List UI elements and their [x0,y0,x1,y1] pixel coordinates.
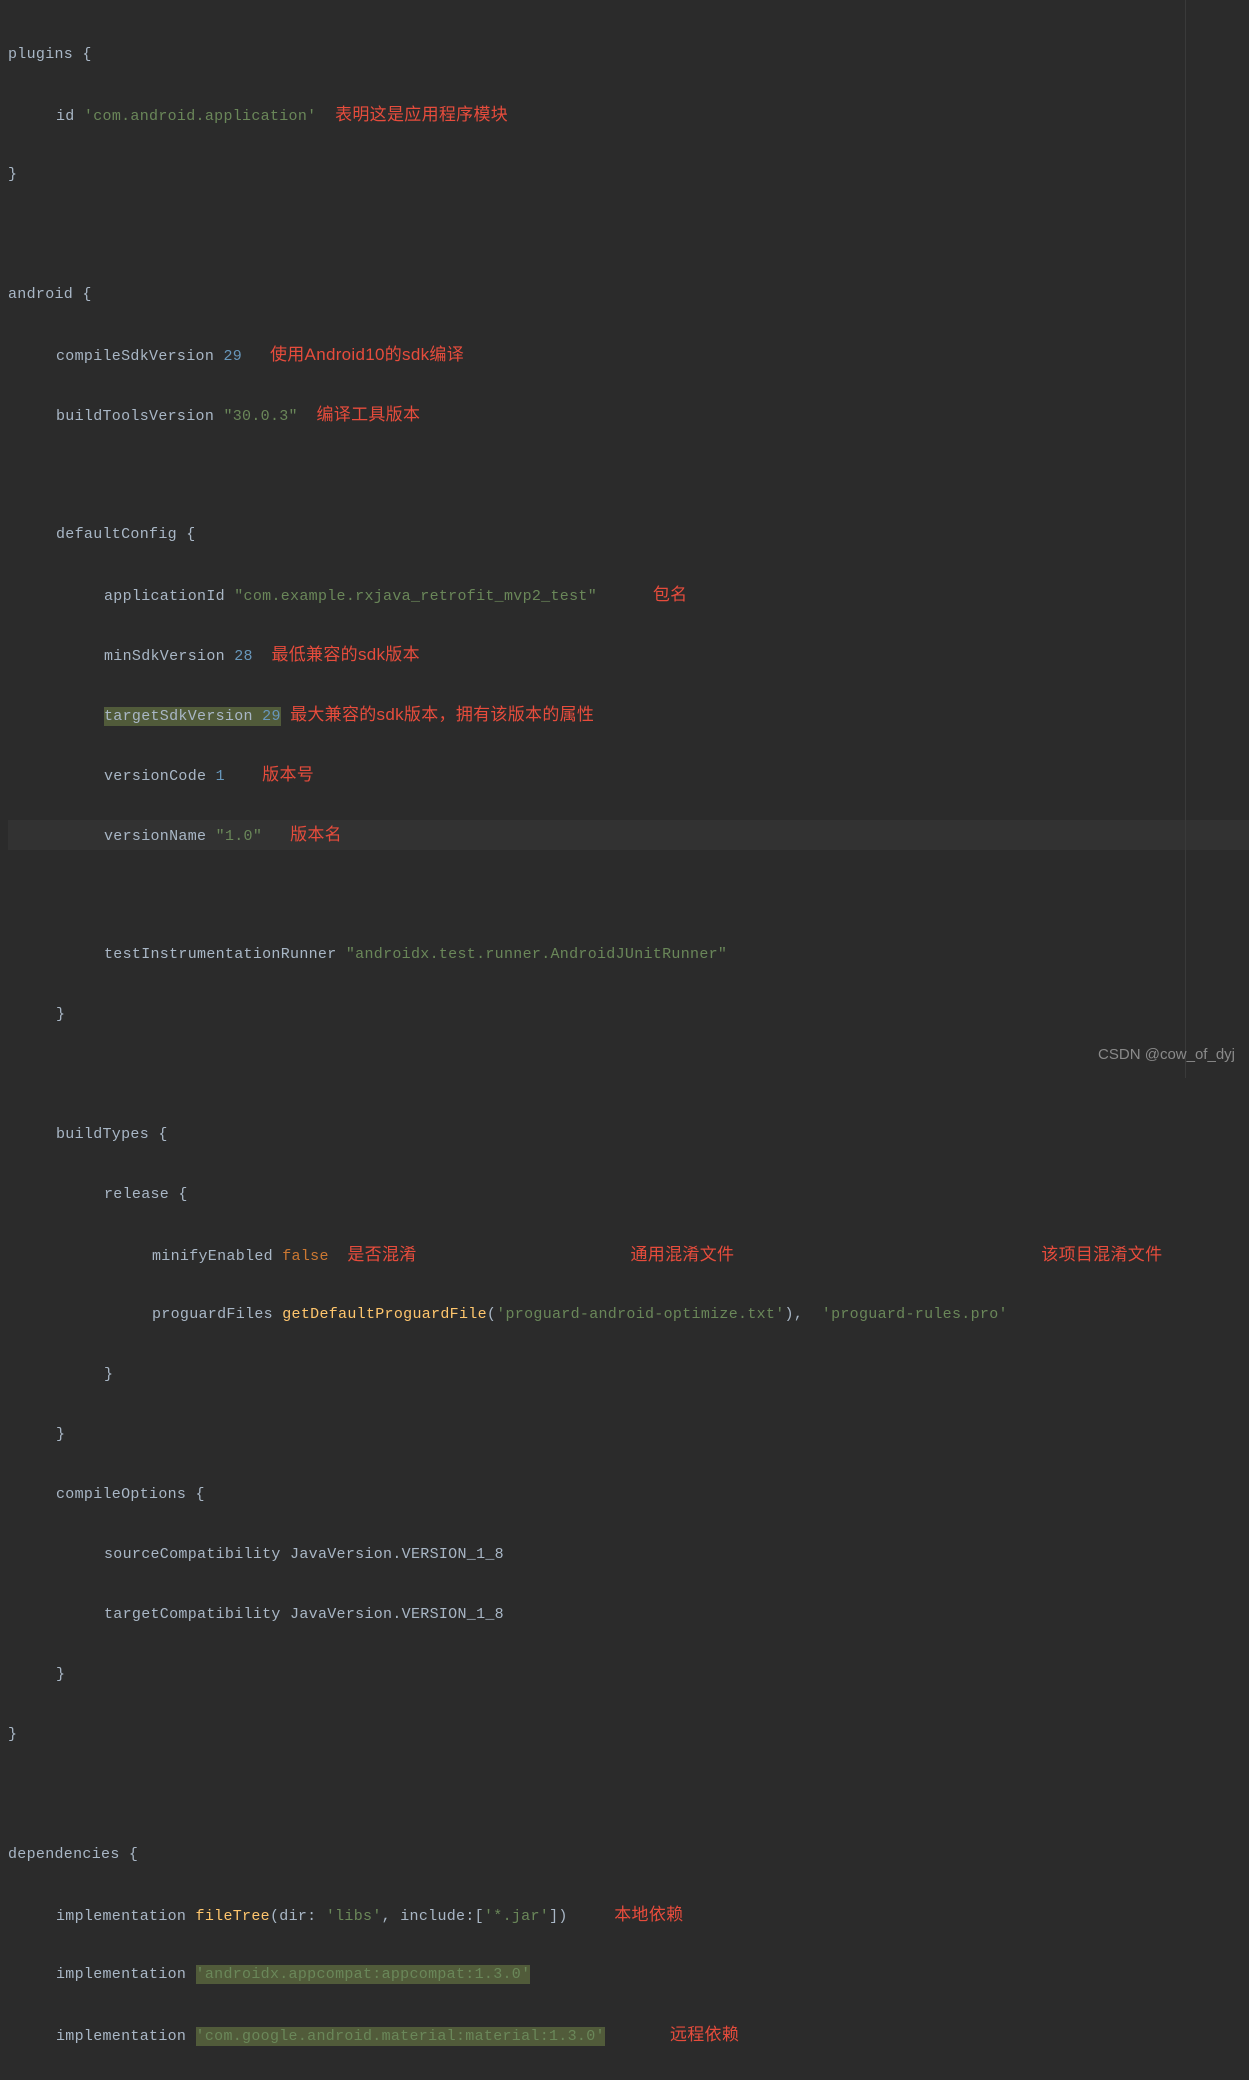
annotation-ver-name: 版本名 [290,825,342,844]
code-line: versionCode 1 版本号 [8,760,1249,790]
code-line: buildTypes { [8,1120,1249,1150]
code-line: } [8,1660,1249,1690]
code-line: android { [8,280,1249,310]
code-line [8,460,1249,490]
code-line: id 'com.android.application' 表明这是应用程序模块 [8,100,1249,130]
code-line: applicationId "com.example.rxjava_retrof… [8,580,1249,610]
watermark-text: CSDN @cow_of_dyj [1098,1040,1235,1070]
code-line [8,1060,1249,1090]
code-line: minifyEnabled false 是否混淆 通用混淆文件 该项目混淆文件 [8,1240,1249,1270]
code-line: } [8,1420,1249,1450]
code-line: plugins { [8,40,1249,70]
code-line: buildToolsVersion "30.0.3" 编译工具版本 [8,400,1249,430]
code-line: sourceCompatibility JavaVersion.VERSION_… [8,1540,1249,1570]
annotation-pkg-name: 包名 [653,585,688,604]
annotation-build-tools: 编译工具版本 [316,405,420,424]
annotation-remote-dep: 远程依赖 [670,2025,739,2044]
code-line: testInstrumentationRunner "androidx.test… [8,940,1249,970]
code-editor[interactable]: plugins { id 'com.android.application' 表… [0,0,1249,2080]
annotation-app-module: 表明这是应用程序模块 [335,105,508,124]
code-line: proguardFiles getDefaultProguardFile('pr… [8,1300,1249,1330]
code-line: defaultConfig { [8,520,1249,550]
annotation-proguard-common: 通用混淆文件 [631,1245,735,1264]
code-line: dependencies { [8,1840,1249,1870]
code-line [8,220,1249,250]
code-line: compileOptions { [8,1480,1249,1510]
code-line [8,880,1249,910]
code-line: implementation fileTree(dir: 'libs', inc… [8,1900,1249,1930]
editor-right-margin [1185,0,1186,1078]
code-line: } [8,1000,1249,1030]
annotation-target-sdk: 最大兼容的sdk版本，拥有该版本的属性 [290,705,594,724]
code-line: } [8,1720,1249,1750]
code-line: minSdkVersion 28 最低兼容的sdk版本 [8,640,1249,670]
code-line [8,1780,1249,1810]
code-line: } [8,1360,1249,1390]
annotation-sdk-compile: 使用Android10的sdk编译 [270,345,464,364]
code-line: compileSdkVersion 29 使用Android10的sdk编译 [8,340,1249,370]
annotation-local-dep: 本地依赖 [614,1905,683,1924]
annotation-proguard-project: 该项目混淆文件 [1041,1245,1162,1264]
code-line: implementation 'androidx.appcompat:appco… [8,1960,1249,1990]
code-line: targetSdkVersion 29 最大兼容的sdk版本，拥有该版本的属性 [8,700,1249,730]
annotation-min-sdk: 最低兼容的sdk版本 [271,645,419,664]
annotation-minify: 是否混淆 [347,1245,416,1264]
code-line: implementation 'com.google.android.mater… [8,2020,1249,2050]
code-line: release { [8,1180,1249,1210]
annotation-ver-code: 版本号 [262,765,314,784]
code-line-highlighted: versionName "1.0" 版本名 [8,820,1249,850]
code-line: targetCompatibility JavaVersion.VERSION_… [8,1600,1249,1630]
code-line: } [8,160,1249,190]
